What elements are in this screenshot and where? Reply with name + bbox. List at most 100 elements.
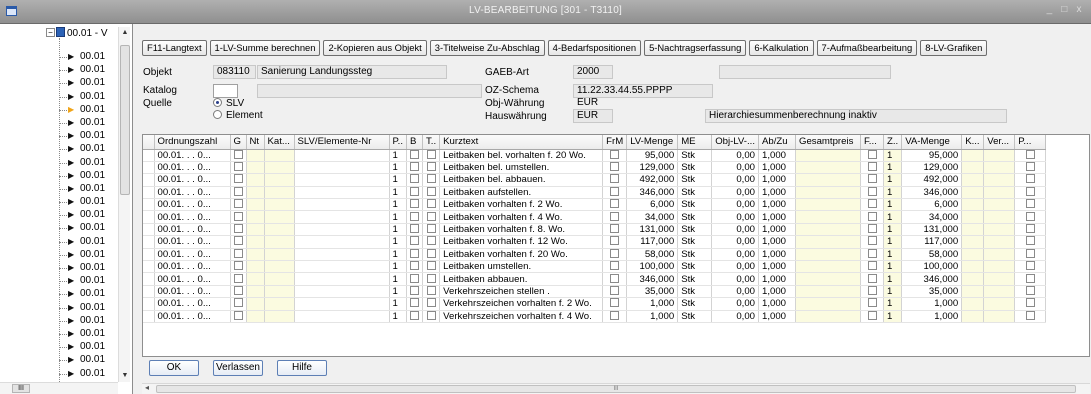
cell-nt[interactable]	[246, 210, 265, 224]
cell-p2[interactable]	[1014, 223, 1047, 237]
column-header[interactable]: Z..	[883, 135, 903, 150]
checkbox[interactable]	[1025, 199, 1035, 209]
cell-obj-lv[interactable]: 0,00	[711, 248, 759, 262]
cell-ver[interactable]	[983, 210, 1016, 224]
cell-kat[interactable]	[264, 297, 295, 311]
cell-f[interactable]	[860, 173, 884, 187]
cell-f[interactable]	[860, 149, 884, 162]
tree-item[interactable]: ▶ 00.01	[0, 328, 118, 341]
cell-kurztext[interactable]: Leitbaken vorhalten f. 4 Wo.	[439, 210, 604, 224]
cell-lv-menge[interactable]: 492,000	[626, 173, 679, 187]
checkbox[interactable]	[1025, 298, 1035, 308]
cell-va-menge[interactable]: 1,000	[901, 310, 963, 323]
cell-kurztext[interactable]: Leitbaken abbauen.	[439, 272, 604, 286]
cell-kat[interactable]	[264, 285, 295, 299]
cell-frm[interactable]	[602, 210, 628, 224]
toolbar-button-5[interactable]: 4-Bedarfspositionen	[547, 40, 642, 56]
checkbox[interactable]	[410, 298, 419, 308]
cell-kurztext[interactable]: Leitbaken vorhalten f. 20 Wo.	[439, 248, 604, 262]
tree-item[interactable]: ▶ 00.01	[0, 196, 118, 209]
checkbox[interactable]	[233, 149, 243, 159]
cell-b[interactable]	[406, 297, 423, 311]
column-header[interactable]: K...	[961, 135, 985, 150]
checkbox[interactable]	[233, 248, 243, 258]
cell-k[interactable]	[961, 149, 985, 162]
checkbox[interactable]	[410, 186, 419, 196]
cell-nt[interactable]	[246, 235, 265, 249]
checkbox[interactable]	[610, 149, 620, 159]
cell-abzu[interactable]: 1,000	[758, 161, 796, 175]
cell-ordnungszahl[interactable]: 00.01. . . 0...	[154, 173, 231, 187]
checkbox[interactable]	[233, 211, 243, 221]
table-row[interactable]: 00.01. . . 0... 1 Leitbaken vorhalten f. 8…	[143, 223, 1047, 237]
cell-obj-lv[interactable]: 0,00	[711, 297, 759, 311]
cell-p[interactable]: 1	[389, 248, 407, 262]
tree-vertical-scrollbar[interactable]: ▲ ▼	[118, 27, 130, 382]
checkbox[interactable]	[610, 199, 620, 209]
ok-button[interactable]: OK	[149, 360, 199, 376]
cell-lv-menge[interactable]: 1,000	[626, 297, 679, 311]
cell-k[interactable]	[961, 248, 985, 262]
cell-kurztext[interactable]: Leitbaken bel. vorhalten f. 20 Wo.	[439, 149, 604, 162]
cell-gesamtpreis[interactable]	[795, 210, 861, 224]
column-header[interactable]: B	[406, 135, 423, 150]
cell-p2[interactable]	[1014, 173, 1047, 187]
cell-abzu[interactable]: 1,000	[758, 248, 796, 262]
cell-nt[interactable]	[246, 285, 265, 299]
cell-me[interactable]: Stk	[677, 260, 713, 274]
cell-k[interactable]	[961, 223, 985, 237]
cell-lv-menge[interactable]: 35,000	[626, 285, 679, 299]
checkbox[interactable]	[426, 236, 436, 246]
cell-gesamtpreis[interactable]	[795, 260, 861, 274]
toolbar-button-1[interactable]: F11-Langtext	[142, 40, 207, 56]
cell-p2[interactable]	[1014, 310, 1047, 323]
checkbox[interactable]	[1025, 186, 1035, 196]
checkbox[interactable]	[233, 224, 243, 234]
hilfe-button[interactable]: Hilfe	[277, 360, 327, 376]
cell-me[interactable]: Stk	[677, 248, 713, 262]
cell-z[interactable]: 1	[883, 260, 903, 274]
cell-va-menge[interactable]: 346,000	[901, 186, 963, 200]
checkbox[interactable]	[610, 186, 620, 196]
cell-frm[interactable]	[602, 186, 628, 200]
cell-kat[interactable]	[264, 260, 295, 274]
cell-z[interactable]: 1	[883, 272, 903, 286]
table-row[interactable]: 00.01. . . 0... 1 Leitbaken bel. umstellen…	[143, 161, 1047, 175]
cell-g[interactable]	[230, 223, 247, 237]
cell-gesamtpreis[interactable]	[795, 173, 861, 187]
checkbox[interactable]	[426, 162, 436, 172]
cell-nt[interactable]	[246, 310, 265, 323]
checkbox[interactable]	[410, 261, 419, 271]
cell-frm[interactable]	[602, 272, 628, 286]
cell-lv-menge[interactable]: 131,000	[626, 223, 679, 237]
checkbox[interactable]	[610, 162, 620, 172]
table-row[interactable]: 00.01. . . 0... 1 Leitbaken vorhalten f. 1…	[143, 235, 1047, 249]
cell-va-menge[interactable]: 492,000	[901, 173, 963, 187]
cell-z[interactable]: 1	[883, 186, 903, 200]
checkbox[interactable]	[426, 174, 436, 184]
checkbox[interactable]	[867, 261, 877, 271]
cell-obj-lv[interactable]: 0,00	[711, 149, 759, 162]
cell-me[interactable]: Stk	[677, 272, 713, 286]
cell-p[interactable]: 1	[389, 173, 407, 187]
checkbox[interactable]	[1025, 261, 1035, 271]
cell-lv-menge[interactable]: 129,000	[626, 161, 679, 175]
checkbox[interactable]	[410, 174, 419, 184]
cell-f[interactable]	[860, 198, 884, 212]
cell-g[interactable]	[230, 149, 247, 162]
column-header[interactable]: SLV/Elemente-Nr	[294, 135, 390, 150]
checkbox[interactable]	[610, 298, 620, 308]
checkbox[interactable]	[233, 236, 243, 246]
cell-kurztext[interactable]: Verkehrszeichen stellen .	[439, 285, 604, 299]
cell-va-menge[interactable]: 1,000	[901, 297, 963, 311]
cell-g[interactable]	[230, 186, 247, 200]
checkbox[interactable]	[610, 285, 620, 295]
checkbox[interactable]	[426, 298, 436, 308]
cell-va-menge[interactable]: 34,000	[901, 210, 963, 224]
cell-gesamtpreis[interactable]	[795, 149, 861, 162]
cell-t[interactable]	[422, 235, 441, 249]
checkbox[interactable]	[867, 298, 877, 308]
verlassen-button[interactable]: Verlassen	[213, 360, 263, 376]
cell-kurztext[interactable]: Leitbaken bel. abbauen.	[439, 173, 604, 187]
cell-g[interactable]	[230, 285, 247, 299]
